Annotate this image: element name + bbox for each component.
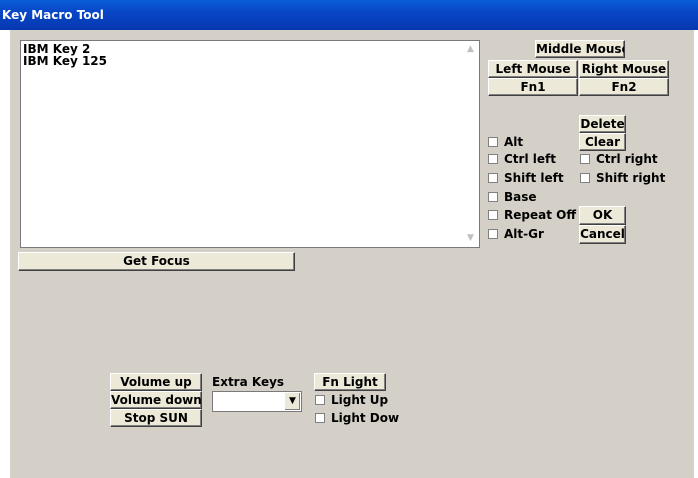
checkbox-label: Shift left	[504, 171, 564, 185]
checkbox-label: Base	[504, 190, 537, 204]
scroll-up-icon[interactable]: ▲	[462, 41, 479, 58]
list-item[interactable]: IBM Key 125	[21, 55, 479, 67]
scroll-down-icon[interactable]: ▼	[462, 230, 479, 247]
checkbox-label: Alt-Gr	[504, 227, 544, 241]
app-window: Key Macro Tool IBM Key 2 IBM Key 125 ▲ ▼…	[0, 0, 698, 478]
checkbox-box[interactable]	[315, 395, 325, 405]
ok-button[interactable]: OK	[579, 206, 626, 225]
repeat-off-checkbox[interactable]: Repeat Off	[488, 207, 576, 223]
fn2-button[interactable]: Fn2	[579, 78, 669, 96]
stop-sun-button[interactable]: Stop SUN	[110, 409, 202, 427]
checkbox-box[interactable]	[580, 154, 590, 164]
middle-mouse-button[interactable]: Middle Mouse	[535, 40, 625, 58]
checkbox-label: Shift right	[596, 171, 666, 185]
alt-gr-checkbox[interactable]: Alt-Gr	[488, 226, 544, 242]
checkbox-box[interactable]	[488, 173, 498, 183]
shift-left-checkbox[interactable]: Shift left	[488, 170, 564, 186]
fn1-button[interactable]: Fn1	[488, 78, 578, 96]
window-title: Key Macro Tool	[2, 8, 104, 22]
key-listbox[interactable]: IBM Key 2 IBM Key 125 ▲ ▼	[20, 40, 480, 248]
base-checkbox[interactable]: Base	[488, 189, 537, 205]
ctrl-right-checkbox[interactable]: Ctrl right	[580, 151, 658, 167]
light-up-checkbox[interactable]: Light Up	[315, 392, 388, 408]
extra-keys-dropdown[interactable]: ▼	[212, 391, 302, 412]
title-bar[interactable]: Key Macro Tool	[0, 0, 698, 30]
right-mouse-button[interactable]: Right Mouse	[579, 60, 669, 78]
extra-keys-label: Extra Keys	[212, 375, 285, 389]
cancel-button[interactable]: Cancel	[579, 225, 626, 244]
checkbox-box[interactable]	[488, 192, 498, 202]
light-down-checkbox[interactable]: Light Dow	[315, 410, 399, 426]
volume-up-button[interactable]: Volume up	[110, 373, 202, 391]
fn-light-button[interactable]: Fn Light	[314, 373, 386, 391]
checkbox-label: Light Up	[331, 393, 389, 407]
get-focus-button[interactable]: Get Focus	[18, 252, 295, 271]
left-mouse-button[interactable]: Left Mouse	[488, 60, 578, 78]
checkbox-box[interactable]	[488, 154, 498, 164]
vertical-scrollbar[interactable]: ▲ ▼	[462, 41, 479, 247]
checkbox-box[interactable]	[488, 229, 498, 239]
checkbox-box[interactable]	[488, 210, 498, 220]
checkbox-label: Alt	[504, 135, 524, 149]
clear-button[interactable]: Clear	[579, 133, 626, 151]
alt-checkbox[interactable]: Alt	[488, 134, 523, 150]
checkbox-label: Repeat Off	[504, 208, 577, 222]
checkbox-box[interactable]	[580, 173, 590, 183]
checkbox-label: Ctrl right	[596, 152, 658, 166]
delete-button[interactable]: Delete	[579, 115, 626, 133]
shift-right-checkbox[interactable]: Shift right	[580, 170, 665, 186]
checkbox-box[interactable]	[315, 413, 325, 423]
checkbox-box[interactable]	[488, 137, 498, 147]
checkbox-label: Ctrl left	[504, 152, 556, 166]
volume-down-button[interactable]: Volume down	[110, 391, 202, 409]
chevron-down-icon[interactable]: ▼	[284, 393, 300, 410]
checkbox-label: Light Dow	[331, 411, 400, 425]
ctrl-left-checkbox[interactable]: Ctrl left	[488, 151, 556, 167]
